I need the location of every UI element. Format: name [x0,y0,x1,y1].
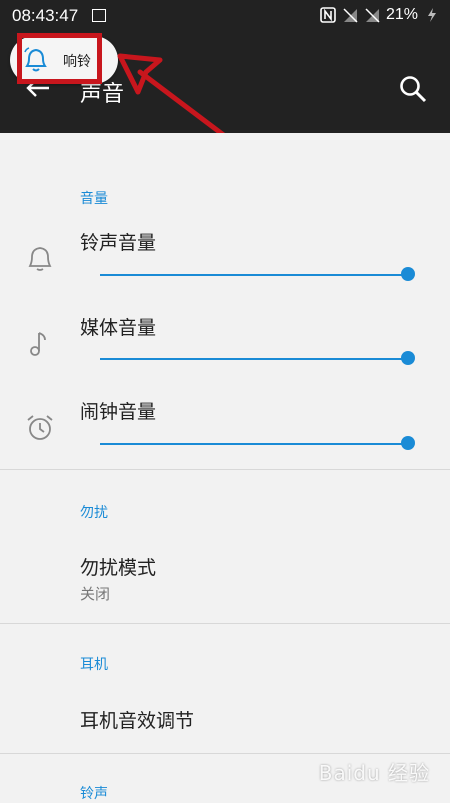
ringtone-volume-label: 铃声音量 [80,232,157,254]
divider [0,623,450,624]
slider-track [100,274,408,276]
slider-thumb[interactable] [401,351,415,365]
slider-thumb[interactable] [401,267,415,281]
dnd-mode-label[interactable]: 勿扰模式 [80,553,156,580]
charging-icon [428,8,436,22]
bell-icon [28,247,52,271]
alarm-volume-slider[interactable] [100,436,415,452]
nfc-icon [320,7,336,23]
media-volume-label: 媒体音量 [80,317,157,339]
slider-track [100,443,408,445]
divider [0,753,450,754]
status-bar: 08:43:47 21% [0,0,450,32]
music-note-icon [30,332,46,356]
slider-thumb[interactable] [401,436,415,450]
section-heading-ringtone: 铃声 [80,786,108,802]
watermark: Baidu 经验 [318,761,430,785]
status-icons: 21% [320,6,440,24]
alarm-volume-label: 闹钟音量 [80,401,157,423]
section-heading-dnd: 勿扰 [80,505,108,521]
settings-list: 音量 铃声音量 媒体音量 闹钟音量 勿扰 勿扰模式 关闭 耳机 耳机音效调节 铃… [0,133,450,802]
annotation-highlight-box [17,33,102,84]
search-icon[interactable] [398,74,428,104]
status-time: 08:43:47 [12,6,79,25]
signal-off-icon [343,8,358,23]
slider-track [100,358,408,360]
section-heading-volume: 音量 [80,191,108,207]
section-heading-earphone: 耳机 [80,657,108,673]
battery-percent: 21% [385,6,418,23]
earphone-eq-label[interactable]: 耳机音效调节 [80,706,194,733]
dnd-mode-value: 关闭 [80,585,111,603]
gallery-icon [92,9,106,22]
signal-off-icon-2 [365,8,380,23]
alarm-clock-icon [27,415,53,440]
media-volume-slider[interactable] [100,351,415,367]
divider [0,469,450,470]
ringtone-volume-slider[interactable] [100,267,415,283]
